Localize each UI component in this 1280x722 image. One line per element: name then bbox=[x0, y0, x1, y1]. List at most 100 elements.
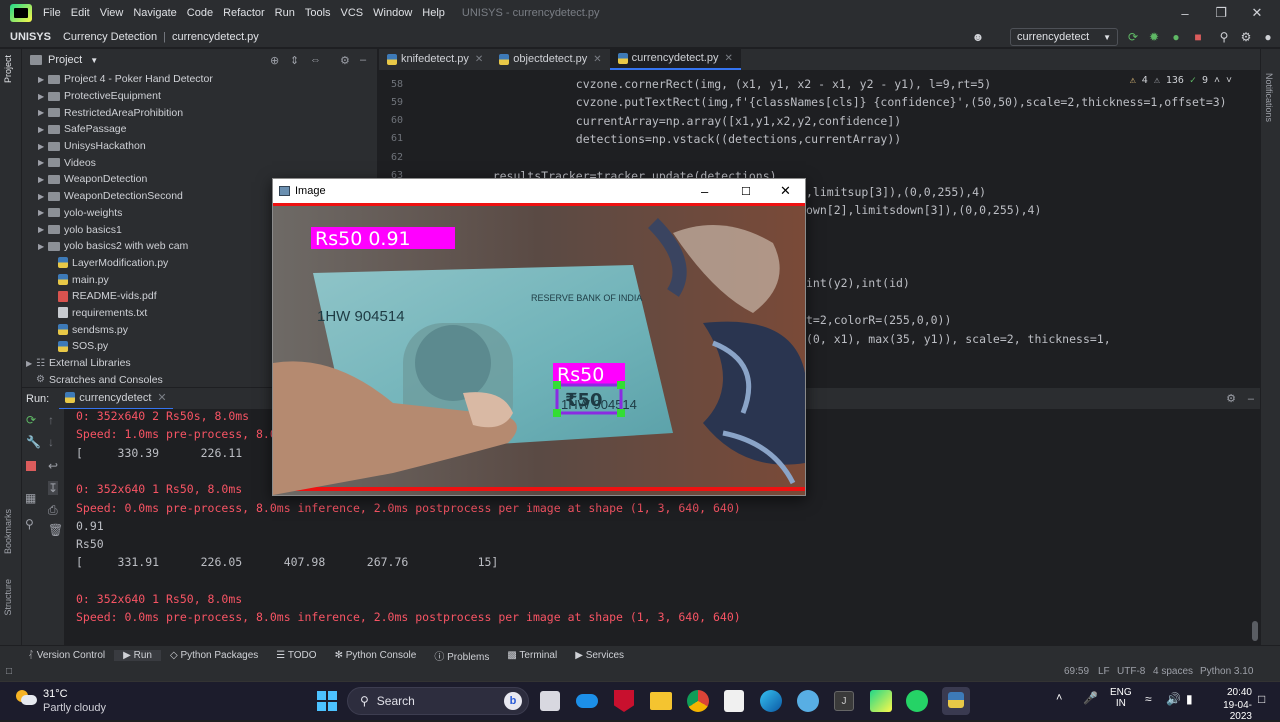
chevron-down-icon[interactable]: ▼ bbox=[90, 56, 98, 65]
menu-file[interactable]: File bbox=[38, 7, 66, 19]
onedrive-icon[interactable] bbox=[576, 694, 598, 708]
menu-refactor[interactable]: Refactor bbox=[218, 7, 270, 19]
tab-currencydetect[interactable]: currencydetect.py ✕ bbox=[609, 48, 741, 70]
minimize-icon[interactable]: – bbox=[701, 184, 708, 199]
snipping-tool-icon[interactable] bbox=[724, 690, 744, 712]
arrow-up-icon[interactable]: ↑ bbox=[48, 413, 54, 427]
expand-arrow-icon[interactable]: ▶ bbox=[38, 125, 48, 134]
settings-gear-icon[interactable]: ⚙ bbox=[1238, 29, 1254, 45]
code-line-partial[interactable]: own[2],limitsdown[3]),(0,0,255),4) bbox=[806, 201, 1041, 219]
toolwindow-python-packages[interactable]: ◇ Python Packages bbox=[161, 650, 267, 661]
layout-toggle-icon[interactable]: □ bbox=[6, 666, 12, 677]
tree-item[interactable]: ▶ Project 4 - Poker Hand Detector bbox=[22, 71, 377, 88]
close-icon[interactable]: ✕ bbox=[475, 54, 483, 65]
settings-app-icon[interactable] bbox=[797, 690, 819, 712]
opencv-image-window[interactable]: Image – ☐ ✕ 1HW 904514 RESERVE BANK OF I… bbox=[272, 178, 806, 496]
print-icon[interactable]: ⎙ bbox=[48, 503, 58, 518]
whatsapp-icon[interactable] bbox=[906, 690, 928, 712]
scroll-to-end-icon[interactable]: ↧ bbox=[48, 481, 59, 495]
tree-item[interactable]: ▶ RestrictedAreaProhibition bbox=[22, 104, 377, 121]
tree-item[interactable]: ▶ UnisysHackathon bbox=[22, 138, 377, 155]
expand-all-icon[interactable]: ⇕ bbox=[290, 54, 299, 67]
pin-icon[interactable]: ⚲ bbox=[25, 517, 34, 531]
inspection-widget[interactable]: ⚠ 4 ⚠ 136 ✓ 9 ˄ ˅ bbox=[1130, 75, 1232, 87]
task-view-icon[interactable] bbox=[540, 691, 560, 711]
close-icon[interactable]: ✕ bbox=[157, 391, 166, 404]
layout-icon[interactable]: ▦ bbox=[25, 491, 36, 505]
code-line-partial[interactable]: t=2,colorR=(255,0,0)) bbox=[806, 311, 951, 329]
chevron-up-icon[interactable]: ˄ bbox=[1056, 692, 1062, 704]
debug-icon[interactable]: ✹ bbox=[1146, 29, 1162, 45]
menu-help[interactable]: Help bbox=[417, 7, 450, 19]
image-window-titlebar[interactable]: Image – ☐ ✕ bbox=[273, 179, 805, 203]
indent-setting[interactable]: 4 spaces bbox=[1153, 666, 1193, 677]
panel-settings-icon[interactable]: ⚙ bbox=[1226, 392, 1236, 405]
code-line[interactable]: 59 cvzone.putTextRect(img,f'{classNames[… bbox=[379, 93, 1227, 111]
caret-position[interactable]: 69:59 bbox=[1064, 666, 1089, 677]
coverage-icon[interactable]: ● bbox=[1168, 29, 1184, 45]
trash-icon[interactable]: 🗑 bbox=[48, 523, 63, 537]
project-panel-title[interactable]: Project bbox=[48, 54, 82, 66]
menu-navigate[interactable]: Navigate bbox=[128, 7, 181, 19]
soft-wrap-icon[interactable]: ↩ bbox=[48, 459, 58, 473]
wifi-icon[interactable]: ≈ bbox=[1145, 692, 1152, 706]
close-button[interactable]: ✕ bbox=[1234, 0, 1280, 26]
console-scrollbar[interactable] bbox=[1252, 621, 1258, 641]
tab-knifedetect[interactable]: knifedetect.py ✕ bbox=[379, 48, 491, 70]
toolwindow-problems[interactable]: ⓘ Problems bbox=[425, 648, 498, 663]
menu-window[interactable]: Window bbox=[368, 7, 417, 19]
microphone-icon[interactable]: 🎤 bbox=[1083, 691, 1098, 705]
menu-view[interactable]: View bbox=[95, 7, 129, 19]
code-line[interactable]: 61 detections=np.vstack((detections,curr… bbox=[379, 130, 901, 148]
weather-desc[interactable]: Partly cloudy bbox=[43, 702, 106, 714]
expand-arrow-icon[interactable]: ▶ bbox=[38, 108, 48, 117]
expand-arrow-icon[interactable]: ▶ bbox=[38, 158, 48, 167]
run-config-dropdown[interactable]: currencydetect ▼ bbox=[1010, 28, 1118, 46]
notification-bell-icon[interactable]: □ bbox=[1258, 692, 1265, 706]
code-line[interactable]: 60 currentArray=np.array([x1,y1,x2,y2,co… bbox=[379, 112, 901, 130]
updates-icon[interactable]: ● bbox=[1260, 29, 1276, 45]
hide-panel-icon[interactable]: – bbox=[1248, 393, 1254, 405]
stop-icon[interactable] bbox=[26, 461, 36, 471]
toolwindow-terminal[interactable]: ▩ Terminal bbox=[498, 650, 566, 661]
wrench-icon[interactable]: 🔧 bbox=[26, 435, 41, 449]
search-icon[interactable]: ⚲ bbox=[1216, 29, 1232, 45]
expand-arrow-icon[interactable]: ▶ bbox=[38, 208, 48, 217]
python-interpreter[interactable]: Python 3.10 bbox=[1200, 666, 1253, 677]
edge-icon[interactable] bbox=[760, 690, 782, 712]
collapse-all-icon[interactable]: ⇔ bbox=[310, 54, 321, 66]
menu-vcs[interactable]: VCS bbox=[336, 7, 369, 19]
expand-arrow-icon[interactable]: ▶ bbox=[38, 175, 48, 184]
expand-arrow-icon[interactable]: ▶ bbox=[38, 192, 48, 201]
expand-arrow-icon[interactable]: ▶ bbox=[26, 359, 36, 368]
bookmarks-stripe-label[interactable]: Bookmarks bbox=[3, 509, 13, 554]
tab-objectdetect[interactable]: objectdetect.py ✕ bbox=[491, 48, 609, 70]
close-icon[interactable]: ✕ bbox=[780, 183, 791, 199]
expand-arrow-icon[interactable]: ▶ bbox=[38, 75, 48, 84]
structure-stripe-label[interactable]: Structure bbox=[3, 579, 13, 616]
toolwindow-run[interactable]: ▶ Run bbox=[114, 650, 161, 661]
file-explorer-icon[interactable] bbox=[650, 692, 672, 710]
breadcrumb-project[interactable]: UNISYS bbox=[0, 31, 57, 43]
chrome-icon[interactable] bbox=[687, 690, 709, 712]
expand-arrow-icon[interactable]: ▶ bbox=[38, 242, 48, 251]
weather-temp[interactable]: 31°C bbox=[43, 688, 68, 700]
toolwindow-python-console[interactable]: ✻ Python Console bbox=[326, 650, 426, 661]
menu-edit[interactable]: Edit bbox=[66, 7, 95, 19]
notifications-stripe-label[interactable]: Notifications bbox=[1264, 73, 1274, 122]
line-separator[interactable]: LF bbox=[1098, 666, 1110, 677]
expand-arrow-icon[interactable]: ▶ bbox=[38, 92, 48, 101]
python-app-icon[interactable] bbox=[942, 687, 970, 715]
volume-icon[interactable]: 🔊 bbox=[1166, 692, 1181, 706]
locate-icon[interactable]: ⊕ bbox=[270, 54, 279, 67]
clock[interactable]: 20:40 19-04-2023 bbox=[1208, 687, 1252, 722]
jupyter-app-icon[interactable]: J bbox=[834, 691, 854, 711]
toolwindow-todo[interactable]: ☰ TODO bbox=[267, 650, 325, 661]
hide-panel-icon[interactable]: – bbox=[360, 54, 366, 66]
maximize-icon[interactable]: ☐ bbox=[741, 185, 751, 198]
tree-item[interactable]: ▶ ProtectiveEquipment bbox=[22, 88, 377, 105]
expand-arrow-icon[interactable]: ▶ bbox=[38, 142, 48, 151]
code-line[interactable]: 58 cvzone.cornerRect(img, (x1, y1, x2 - … bbox=[379, 75, 991, 93]
panel-settings-icon[interactable]: ⚙ bbox=[340, 54, 350, 67]
menu-run[interactable]: Run bbox=[270, 7, 300, 19]
